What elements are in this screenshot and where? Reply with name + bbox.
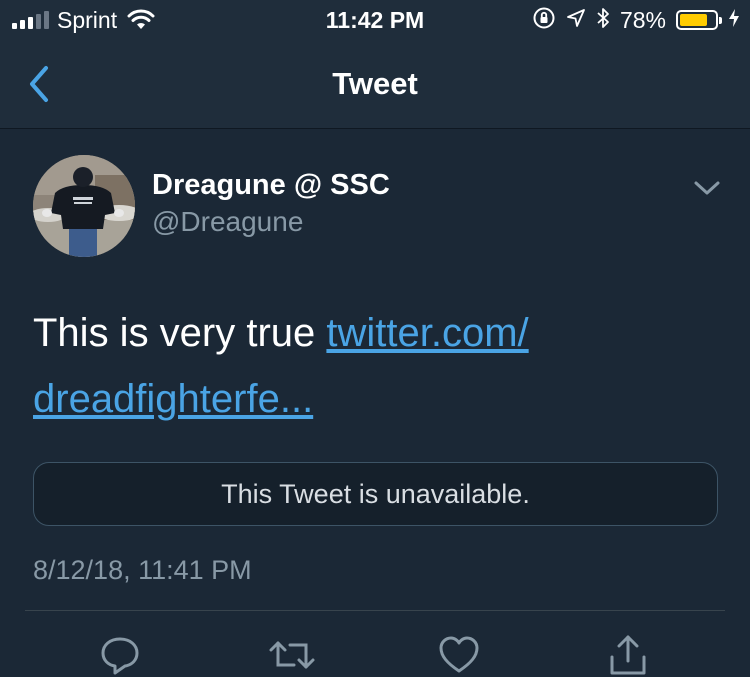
divider xyxy=(25,610,725,611)
battery-icon xyxy=(676,10,722,30)
tweet-detail-screen: Sprint 11:42 PM 78% Tweet Dreagune @ SSC… xyxy=(0,0,750,677)
reply-button[interactable] xyxy=(98,633,142,677)
tweet-text: This is very true twitter.com/dreadfight… xyxy=(33,300,723,432)
retweet-button[interactable] xyxy=(268,633,316,677)
user-handle[interactable]: @Dreagune xyxy=(152,205,303,239)
battery-fill xyxy=(680,14,707,26)
tweet-options-button[interactable] xyxy=(690,174,724,202)
status-right: 78% xyxy=(532,6,740,34)
rotation-lock-icon xyxy=(532,6,556,35)
like-button[interactable] xyxy=(437,633,481,677)
share-icon xyxy=(610,635,646,675)
like-icon xyxy=(439,636,479,673)
retweet-icon xyxy=(269,641,315,669)
display-name[interactable]: Dreagune @ SSC xyxy=(152,168,390,202)
reply-icon xyxy=(101,637,139,675)
location-icon xyxy=(566,8,586,33)
chevron-down-icon xyxy=(694,181,720,195)
charging-icon xyxy=(728,8,740,33)
avatar-photo xyxy=(33,155,135,257)
tweet-timestamp: 8/12/18, 11:41 PM xyxy=(33,555,252,585)
page-title: Tweet xyxy=(332,66,418,101)
avatar[interactable] xyxy=(33,155,135,257)
navigation-bar: Tweet xyxy=(0,40,750,129)
battery-percent: 78% xyxy=(619,6,666,33)
status-bar: Sprint 11:42 PM 78% xyxy=(0,0,750,40)
bluetooth-icon xyxy=(596,6,610,35)
quoted-tweet-card[interactable]: This Tweet is unavailable. xyxy=(33,462,718,526)
tweet-text-body: This is very true xyxy=(33,311,327,355)
share-button[interactable] xyxy=(606,633,650,677)
